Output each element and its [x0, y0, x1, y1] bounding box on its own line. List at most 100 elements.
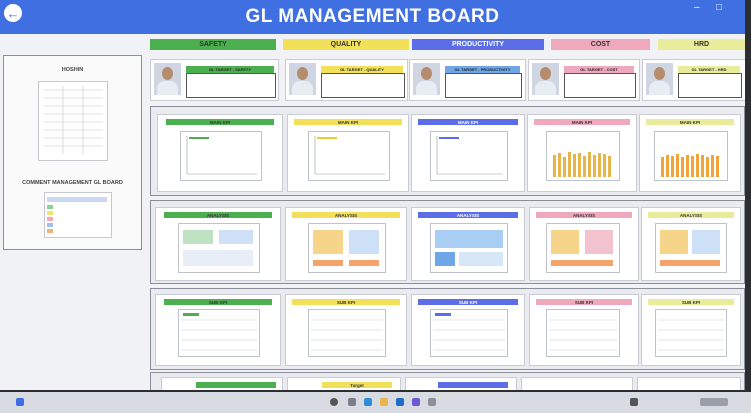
- app-window: ← GL MANAGEMENT BOARD – □ SAFETY QUALITY…: [0, 0, 745, 390]
- leader-card-quality[interactable]: GL TARGET - QUALITY: [285, 59, 408, 101]
- bottom-card-safety[interactable]: [161, 377, 283, 390]
- side-panel: HOSHIN COMMENT MANAGEMENT GL BOARD: [3, 55, 142, 250]
- leader-tag: GL TARGET - QUALITY: [321, 66, 403, 73]
- kpi-chart-thumb: [546, 131, 620, 181]
- hoshin-document-lines: [43, 86, 103, 154]
- leader-target-box[interactable]: [321, 73, 405, 98]
- card-label: ANALYSIS: [536, 212, 632, 218]
- sub-kpi-card-cost[interactable]: SUB KPI: [529, 294, 639, 366]
- comment-board-table[interactable]: [44, 192, 112, 238]
- main-kpi-card-cost[interactable]: MAIN KPI: [527, 114, 637, 192]
- bottom-card-hrd[interactable]: [637, 377, 741, 390]
- card-label: MAIN KPI: [418, 119, 518, 125]
- bottom-card-cost[interactable]: [521, 377, 633, 390]
- analysis-card-productivity[interactable]: ANALYSIS: [411, 207, 525, 281]
- kpi-chart-thumb: [180, 131, 262, 181]
- card-label: SUB KPI: [648, 299, 734, 305]
- sub-kpi-table-thumb: [546, 309, 620, 357]
- table-header: [47, 197, 107, 202]
- analysis-diagram-thumb: [178, 223, 260, 273]
- leader-card-cost[interactable]: GL TARGET - COST: [528, 59, 640, 101]
- hoshin-label: HOSHIN: [61, 67, 84, 73]
- edge-icon[interactable]: [364, 398, 372, 406]
- analysis-diagram-thumb: [546, 223, 620, 273]
- category-safety[interactable]: SAFETY: [150, 39, 276, 50]
- sub-kpi-table-thumb: [178, 309, 260, 357]
- sub-kpi-card-hrd[interactable]: SUB KPI: [641, 294, 741, 366]
- explorer-icon[interactable]: [380, 398, 388, 406]
- status-swatch: [47, 223, 53, 227]
- card-label: [196, 382, 276, 388]
- leader-target-box[interactable]: [186, 73, 276, 98]
- analysis-card-cost[interactable]: ANALYSIS: [529, 207, 639, 281]
- hoshin-document[interactable]: [38, 81, 108, 161]
- category-header-row: SAFETY QUALITY PRODUCTIVITY COST HRD: [150, 39, 745, 53]
- leader-target-box[interactable]: [678, 73, 742, 98]
- leader-photo: [289, 63, 316, 95]
- card-label: SUB KPI: [292, 299, 400, 305]
- category-quality[interactable]: QUALITY: [283, 39, 409, 50]
- leader-tag: GL TARGET - COST: [564, 66, 634, 73]
- kpi-chart-thumb: [308, 131, 390, 181]
- leader-target-box[interactable]: [445, 73, 522, 98]
- page-title: GL MANAGEMENT BOARD: [245, 6, 500, 27]
- comment-board-label: COMMENT MANAGEMENT GL BOARD: [22, 180, 123, 186]
- bottom-card-quality[interactable]: Target: [287, 377, 401, 390]
- main-kpi-card-quality[interactable]: MAIN KPI: [287, 114, 409, 192]
- minimize-icon[interactable]: –: [694, 2, 700, 13]
- status-swatch: [47, 211, 53, 215]
- leader-target-box[interactable]: [564, 73, 636, 98]
- analysis-diagram-thumb: [655, 223, 727, 273]
- leader-tag: GL TARGET - SAFETY: [186, 66, 274, 73]
- main-kpi-card-hrd[interactable]: MAIN KPI: [639, 114, 741, 192]
- sub-kpi-card-safety[interactable]: SUB KPI: [155, 294, 281, 366]
- sub-kpi-table-thumb: [655, 309, 727, 357]
- restore-icon[interactable]: □: [716, 2, 722, 13]
- main-kpi-card-productivity[interactable]: MAIN KPI: [411, 114, 525, 192]
- leader-card-safety[interactable]: GL TARGET - SAFETY: [150, 59, 279, 101]
- card-label: SUB KPI: [536, 299, 632, 305]
- start-icon[interactable]: [16, 398, 24, 406]
- taskbar: [0, 392, 751, 413]
- title-bar: ← GL MANAGEMENT BOARD – □: [0, 0, 745, 34]
- task-view-icon[interactable]: [348, 398, 356, 406]
- card-label: MAIN KPI: [534, 119, 630, 125]
- leader-tag: GL TARGET - PRODUCTIVITY: [445, 66, 520, 73]
- kpi-chart-thumb: [430, 131, 508, 181]
- card-label: ANALYSIS: [418, 212, 518, 218]
- leader-photo: [413, 63, 440, 95]
- teams-icon[interactable]: [412, 398, 420, 406]
- bottom-leaders-row: Target: [150, 372, 745, 390]
- mail-icon[interactable]: [396, 398, 404, 406]
- analysis-card-safety[interactable]: ANALYSIS: [155, 207, 281, 281]
- analysis-diagram-thumb: [308, 223, 386, 273]
- category-label: SAFETY: [199, 41, 227, 48]
- analysis-diagram-thumb: [430, 223, 508, 273]
- tray-icon[interactable]: [630, 398, 638, 406]
- sub-kpi-row: SUB KPI SUB KPI SUB KPI SUB KPI SUB KPI: [150, 288, 745, 370]
- category-label: QUALITY: [330, 41, 362, 48]
- category-label: COST: [590, 41, 611, 48]
- card-label: ANALYSIS: [164, 212, 272, 218]
- sub-kpi-table-thumb: [308, 309, 386, 357]
- card-label: MAIN KPI: [166, 119, 274, 125]
- bottom-card-productivity[interactable]: [405, 377, 517, 390]
- category-productivity[interactable]: PRODUCTIVITY: [412, 39, 544, 50]
- analysis-card-hrd[interactable]: ANALYSIS: [641, 207, 741, 281]
- card-label: MAIN KPI: [646, 119, 734, 125]
- card-label: Target: [322, 382, 392, 388]
- category-cost[interactable]: COST: [551, 39, 650, 50]
- back-button[interactable]: ←: [4, 4, 22, 22]
- category-hrd[interactable]: HRD: [658, 39, 745, 50]
- settings-icon[interactable]: [428, 398, 436, 406]
- analysis-card-quality[interactable]: ANALYSIS: [285, 207, 407, 281]
- sub-kpi-card-productivity[interactable]: SUB KPI: [411, 294, 525, 366]
- leader-card-productivity[interactable]: GL TARGET - PRODUCTIVITY: [409, 59, 526, 101]
- clock-area[interactable]: [700, 398, 728, 406]
- sub-kpi-card-quality[interactable]: SUB KPI: [285, 294, 407, 366]
- analysis-row: ANALYSIS ANALYSIS ANALYSIS ANALYSIS ANAL…: [150, 200, 745, 284]
- back-arrow-icon: ←: [6, 5, 20, 21]
- search-icon[interactable]: [330, 398, 338, 406]
- leader-card-hrd[interactable]: GL TARGET - HRD: [642, 59, 745, 101]
- main-kpi-card-safety[interactable]: MAIN KPI: [157, 114, 283, 192]
